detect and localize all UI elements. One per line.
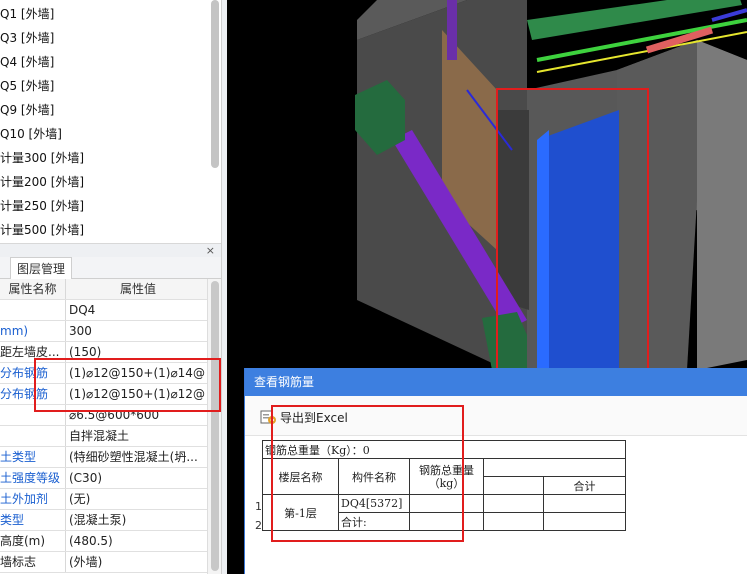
wall-list-item[interactable]: Q4 [外墙] bbox=[0, 50, 221, 74]
property-row[interactable]: 分布钢筋 (1)⌀12@150+(1)⌀14@ bbox=[0, 363, 207, 384]
property-row[interactable]: 分布钢筋 (1)⌀12@150+(1)⌀12@ bbox=[0, 384, 207, 405]
wall-list-scrollbar[interactable] bbox=[211, 0, 219, 243]
property-value[interactable]: (1)⌀12@150+(1)⌀12@ bbox=[66, 384, 207, 404]
right-block-side bbox=[697, 40, 747, 370]
property-value[interactable]: (1)⌀12@150+(1)⌀14@ bbox=[66, 363, 207, 383]
wall-list-item[interactable]: 计量300 [外墙] bbox=[0, 146, 221, 170]
data-cell bbox=[483, 494, 544, 513]
export-excel-label: 导出到Excel bbox=[280, 410, 348, 425]
property-row[interactable]: ⌀6.5@600*600 bbox=[0, 405, 207, 426]
rebar-table: 钢筋总重量（Kg）：0 楼层名称 构件名称 钢筋总重量（kg） 合计 第-1层 … bbox=[262, 440, 626, 531]
property-row[interactable]: 土外加剂 (无) bbox=[0, 489, 207, 510]
property-name bbox=[0, 426, 66, 446]
property-name: 分布钢筋 bbox=[0, 384, 66, 404]
property-value[interactable]: 300 bbox=[66, 321, 207, 341]
wall-list-item[interactable]: Q3 [外墙] bbox=[0, 26, 221, 50]
tab-layer-management[interactable]: 图层管理 bbox=[10, 257, 73, 279]
export-excel-button[interactable]: 导出到Excel bbox=[260, 407, 348, 427]
property-value[interactable]: (C30) bbox=[66, 468, 207, 488]
row-number: 1 bbox=[255, 500, 262, 513]
header-property-value: 属性值 bbox=[119, 282, 156, 296]
property-name: mm) bbox=[0, 321, 66, 341]
property-row[interactable]: 土强度等级 (C30) bbox=[0, 468, 207, 489]
wall-list-scroll-thumb[interactable] bbox=[211, 0, 219, 168]
wall-list-item[interactable]: Q10 [外墙] bbox=[0, 122, 221, 146]
purple-rebar bbox=[447, 0, 457, 60]
property-row[interactable]: 墙标志 (外墙) bbox=[0, 552, 207, 573]
property-name: 土类型 bbox=[0, 447, 66, 467]
col-total-header: 合计 bbox=[543, 476, 626, 495]
col-weight-header: 钢筋总重量（kg） bbox=[409, 458, 484, 495]
property-value[interactable]: (外墙) bbox=[66, 552, 207, 572]
header-blank bbox=[483, 476, 544, 495]
property-row[interactable]: 高度(m) (480.5) bbox=[0, 531, 207, 552]
property-name: 土外加剂 bbox=[0, 489, 66, 509]
rebar-quantity-dialog: 查看钢筋量 导出到Excel 1 2 钢筋总重量（Kg）：0 楼层名称 构件名称… bbox=[244, 368, 747, 574]
property-value[interactable]: ⌀6.5@600*600 bbox=[66, 405, 207, 425]
property-row[interactable]: 类型 (混凝土泵) bbox=[0, 510, 207, 531]
property-name: 墙标志 bbox=[0, 552, 66, 572]
col-member-header: 构件名称 bbox=[338, 458, 410, 495]
col-floor-header: 楼层名称 bbox=[262, 458, 339, 495]
blue-rebar-top bbox=[711, 8, 747, 22]
panel-splitter[interactable]: × bbox=[0, 243, 221, 257]
total-cell bbox=[543, 494, 626, 513]
weight-cell bbox=[409, 512, 484, 531]
property-row[interactable]: DQ4 bbox=[0, 300, 207, 321]
member-name-cell[interactable]: DQ4[5372] bbox=[338, 494, 410, 513]
total-cell bbox=[543, 512, 626, 531]
property-row[interactable]: 土类型 (特细砂塑性混凝土(坍... bbox=[0, 447, 207, 468]
property-row[interactable]: 距左墙皮... (150) bbox=[0, 342, 207, 363]
properties-scroll-thumb[interactable] bbox=[211, 281, 219, 571]
property-value[interactable]: (无) bbox=[66, 489, 207, 509]
wall-list-item[interactable]: Q9 [外墙] bbox=[0, 98, 221, 122]
dialog-title[interactable]: 查看钢筋量 bbox=[245, 368, 747, 396]
blue-column-edge bbox=[537, 130, 549, 370]
property-name: 距左墙皮... bbox=[0, 342, 66, 362]
wall-list-item[interactable]: 计量250 [外墙] bbox=[0, 194, 221, 218]
properties-header: 属性名称 属性值 bbox=[0, 279, 207, 300]
wall-list-item[interactable]: Q1 [外墙] bbox=[0, 2, 221, 26]
data-cell bbox=[483, 512, 544, 531]
property-value[interactable]: (特细砂塑性混凝土(坍... bbox=[66, 447, 207, 467]
properties-grid: 属性名称 属性值 DQ4 mm) 300 距左墙皮... (150) 分布钢筋 (1)… bbox=[0, 279, 207, 574]
property-name: 土强度等级 bbox=[0, 468, 66, 488]
property-name: 高度(m) bbox=[0, 531, 66, 551]
right-block-face bbox=[617, 40, 697, 370]
property-value[interactable]: DQ4 bbox=[66, 300, 207, 320]
close-icon[interactable]: × bbox=[206, 244, 215, 258]
property-name: 类型 bbox=[0, 510, 66, 530]
property-value[interactable]: (480.5) bbox=[66, 531, 207, 551]
floor-name-cell: 第-1层 bbox=[262, 494, 339, 531]
blue-column bbox=[537, 110, 619, 370]
wall-list-item[interactable]: 计量200 [外墙] bbox=[0, 170, 221, 194]
properties-scrollbar[interactable] bbox=[207, 279, 221, 574]
wall-list-item[interactable]: Q5 [外墙] bbox=[0, 74, 221, 98]
subtotal-label-cell: 合计: bbox=[338, 512, 410, 531]
property-row[interactable]: 自拌混凝土 bbox=[0, 426, 207, 447]
total-weight-cell: 钢筋总重量（Kg）：0 bbox=[262, 440, 626, 459]
property-value[interactable]: 自拌混凝土 bbox=[66, 426, 207, 446]
property-row[interactable]: mm) 300 bbox=[0, 321, 207, 342]
property-value[interactable]: (150) bbox=[66, 342, 207, 362]
header-blank bbox=[483, 458, 626, 477]
weight-cell bbox=[409, 494, 484, 513]
header-property-name: 属性名称 bbox=[0, 279, 66, 299]
property-name bbox=[0, 300, 66, 320]
row-number: 2 bbox=[255, 519, 262, 532]
panel-tabs: 图层管理 bbox=[0, 257, 221, 279]
wall-list-item[interactable]: 计量500 [外墙] bbox=[0, 218, 221, 242]
property-value[interactable]: (混凝土泵) bbox=[66, 510, 207, 530]
property-name bbox=[0, 405, 66, 425]
property-name: 分布钢筋 bbox=[0, 363, 66, 383]
dialog-toolbar: 导出到Excel bbox=[245, 396, 747, 436]
excel-export-icon bbox=[260, 410, 276, 424]
wall-list: Q1 [外墙] Q3 [外墙] Q4 [外墙] Q5 [外墙] Q9 [外墙] … bbox=[0, 0, 221, 243]
